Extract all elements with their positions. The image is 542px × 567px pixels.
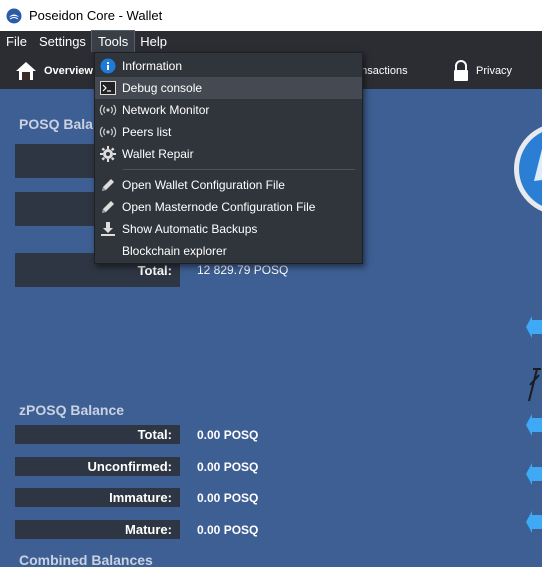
menu-item-information-label: Information <box>122 59 183 73</box>
menu-item-network-monitor[interactable]: Network Monitor <box>95 99 362 121</box>
tab-privacy[interactable]: Privacy <box>452 52 512 89</box>
menu-item-peers-list-label: Peers list <box>122 125 172 139</box>
tab-overview-label: Overview <box>44 64 93 77</box>
broadcast-icon <box>99 101 117 119</box>
zposq-immature-value: 0.00 POSQ <box>197 491 259 505</box>
menu-item-peers-list[interactable]: Peers list <box>95 121 362 143</box>
menu-item-network-monitor-label: Network Monitor <box>122 103 210 117</box>
poseidon-logo-icon <box>6 8 22 23</box>
menu-settings[interactable]: Settings <box>33 31 92 52</box>
menu-help[interactable]: Help <box>134 31 173 52</box>
zposq-immature-label: Immature: <box>15 488 180 507</box>
menu-file[interactable]: File <box>0 31 33 52</box>
zposq-balance-title: zPOSQ Balance <box>19 402 125 418</box>
arrow-left-icon-3 <box>526 463 542 485</box>
poseidon-large-logo-icon <box>514 126 542 212</box>
menu-item-show-backups-label: Show Automatic Backups <box>122 222 258 236</box>
zposq-unconfirmed-label: Unconfirmed: <box>15 457 180 476</box>
pencil-icon <box>99 176 117 194</box>
window-titlebar: Poseidon Core - Wallet <box>0 0 542 31</box>
tools-menu-dropdown: Information Debug console Network Monito… <box>94 52 363 264</box>
download-icon <box>99 220 117 238</box>
zposq-mature-value: 0.00 POSQ <box>197 523 259 537</box>
trident-icon <box>528 368 541 402</box>
tab-overview[interactable]: Overview <box>14 52 93 89</box>
menu-item-open-wallet-config[interactable]: Open Wallet Configuration File <box>95 174 362 196</box>
arrow-left-icon <box>526 316 542 338</box>
zposq-total-value: 0.00 POSQ <box>197 428 259 442</box>
window-title: Poseidon Core - Wallet <box>29 8 163 23</box>
zposq-unconfirmed-value: 0.00 POSQ <box>197 460 259 474</box>
posq-balance-title: POSQ Bala <box>19 116 93 132</box>
zposq-total-label: Total: <box>15 425 180 444</box>
menu-item-open-masternode-config-label: Open Masternode Configuration File <box>122 200 316 214</box>
menu-tools[interactable]: Tools <box>90 30 136 53</box>
menu-item-blockchain-explorer[interactable]: Blockchain explorer <box>95 240 362 262</box>
menu-item-wallet-repair[interactable]: Wallet Repair <box>95 143 362 165</box>
gear-icon <box>99 145 117 163</box>
zposq-mature-label: Mature: <box>15 520 180 539</box>
menu-item-debug-console-label: Debug console <box>122 81 203 95</box>
arrow-left-icon-2 <box>526 414 542 436</box>
menu-item-debug-console[interactable]: Debug console <box>95 77 362 99</box>
tab-privacy-label: Privacy <box>476 64 513 77</box>
home-icon <box>16 61 36 80</box>
combined-balances-title: Combined Balances <box>19 552 153 567</box>
posq-total-value: 12 829.79 POSQ <box>197 263 289 277</box>
pencil-icon-2 <box>99 198 117 216</box>
console-icon <box>99 79 117 97</box>
menu-item-blockchain-explorer-label: Blockchain explorer <box>122 244 227 258</box>
menubar: File Settings Tools Help <box>0 30 542 53</box>
broadcast-icon-2 <box>99 123 117 141</box>
menu-item-open-wallet-config-label: Open Wallet Configuration File <box>122 178 285 192</box>
menu-item-show-backups[interactable]: Show Automatic Backups <box>95 218 362 240</box>
info-icon <box>99 57 117 75</box>
menu-separator <box>123 169 355 170</box>
menu-item-open-masternode-config[interactable]: Open Masternode Configuration File <box>95 196 362 218</box>
lock-icon <box>454 59 468 81</box>
menu-item-information[interactable]: Information <box>95 55 362 77</box>
arrow-left-icon-4 <box>526 511 542 533</box>
menu-item-wallet-repair-label: Wallet Repair <box>122 147 194 161</box>
